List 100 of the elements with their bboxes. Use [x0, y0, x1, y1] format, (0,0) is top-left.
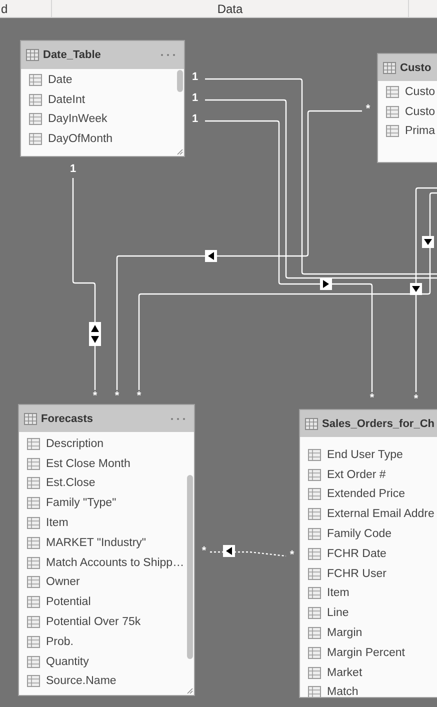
- column-icon: [308, 607, 321, 620]
- column-icon: [27, 477, 40, 490]
- field-row[interactable]: Family Code: [300, 524, 437, 544]
- field-row[interactable]: Family "Type": [19, 493, 194, 514]
- field-name: Item: [327, 587, 350, 600]
- table-card[interactable]: Sales_Orders_for_Ch End User Type Ext Order # Extended Price External Email Addre Family Code FCHR Date FCHR User Item Line Margin Margin Percent Market Match: [299, 409, 437, 698]
- field-row[interactable]: Extended Price: [300, 484, 437, 504]
- column-icon: [308, 468, 321, 481]
- column-icon: [27, 536, 40, 549]
- table-card[interactable]: Date_Table Date DateInt DayInWeek DayOfMonth: [20, 40, 185, 157]
- column-icon: [27, 675, 40, 688]
- field-row[interactable]: End User Type: [300, 445, 437, 465]
- field-row[interactable]: Est.Close: [19, 474, 194, 494]
- table-header[interactable]: Custo: [378, 54, 437, 81]
- field-name: Ext Order #: [327, 468, 386, 481]
- field-name: Market: [327, 666, 362, 679]
- column-icon: [308, 627, 321, 640]
- cardinality-label: *: [136, 389, 142, 403]
- table-icon: [24, 412, 37, 424]
- field-row[interactable]: Custo: [378, 102, 437, 122]
- field-row[interactable]: Match: [300, 682, 437, 697]
- table-icon: [305, 418, 318, 430]
- field-name: End User Type: [327, 448, 403, 461]
- column-icon: [308, 666, 321, 679]
- field-row[interactable]: Description: [19, 434, 194, 454]
- column-icon: [27, 596, 40, 608]
- resize-grip-icon[interactable]: [177, 149, 183, 155]
- field-row[interactable]: Custo: [378, 82, 437, 102]
- field-name: Quantity: [46, 656, 89, 668]
- field-row[interactable]: External Email Addre: [300, 504, 437, 524]
- field-row[interactable]: FCHR Date: [300, 544, 437, 564]
- field-name: Match Accounts to Shipp…: [46, 556, 184, 569]
- field-name: Match: [327, 686, 358, 697]
- field-row[interactable]: Est Close Month: [19, 454, 194, 474]
- field-name: DateInt: [48, 94, 86, 106]
- field-row[interactable]: Source.Name: [19, 672, 194, 692]
- field-row[interactable]: Item: [300, 584, 437, 604]
- field-row[interactable]: Margin Percent: [300, 642, 437, 663]
- field-row[interactable]: DayInWeek: [21, 110, 184, 130]
- tab-label[interactable]: Data: [217, 2, 243, 16]
- column-icon: [386, 106, 399, 118]
- table-icon: [383, 62, 396, 74]
- more-icon[interactable]: [160, 53, 176, 57]
- field-row[interactable]: DayOfMonth: [21, 129, 184, 150]
- table-card[interactable]: Custo Custo Custo Prima: [377, 53, 437, 163]
- cardinality-label: *: [114, 389, 120, 403]
- table-header[interactable]: Forecasts: [19, 405, 194, 432]
- field-row[interactable]: Margin: [300, 623, 437, 643]
- field-name: Prob.: [46, 636, 74, 648]
- field-row[interactable]: Match Accounts to Shipp…: [19, 552, 194, 573]
- field-row[interactable]: FCHR User: [300, 564, 437, 584]
- field-name: FCHR User: [327, 568, 386, 580]
- field-row[interactable]: MARKET "Industry": [19, 532, 194, 553]
- field-name: DayOfMonth: [48, 133, 113, 146]
- column-icon: [27, 497, 40, 510]
- column-icon: [27, 458, 40, 470]
- field-name: Margin: [327, 627, 362, 640]
- field-name: Family "Type": [46, 497, 116, 510]
- field-row[interactable]: Quantity: [19, 652, 194, 672]
- cardinality-label: *: [412, 392, 420, 406]
- relationship-line[interactable]: [210, 551, 286, 557]
- field-row[interactable]: Market: [300, 662, 437, 683]
- cardinality-label: 1: [190, 91, 200, 105]
- field-name: External Email Addre: [327, 508, 434, 520]
- field-row[interactable]: Ext Order #: [300, 464, 437, 485]
- more-icon[interactable]: [170, 416, 186, 420]
- arrow-icon: [422, 236, 434, 248]
- field-row[interactable]: Potential Over 75k: [19, 612, 194, 632]
- cardinality-label: 1: [68, 162, 78, 176]
- cardinality-label: *: [364, 102, 372, 116]
- field-name: Est Close Month: [46, 458, 130, 470]
- field-row[interactable]: Potential: [19, 592, 194, 612]
- column-icon: [27, 616, 40, 628]
- field-row[interactable]: Prima: [378, 122, 437, 142]
- cardinality-label: *: [200, 544, 208, 558]
- field-name: Est.Close: [46, 477, 96, 490]
- table-name: Custo: [400, 62, 432, 74]
- tab-label[interactable]: d: [1, 2, 8, 16]
- arrow-icon: [320, 278, 332, 290]
- field-name: Line: [327, 607, 349, 620]
- cardinality-label: 1: [190, 112, 200, 126]
- table-card[interactable]: Forecasts Description Est Close Month Est.Close Family "Type" Item MARKET "Industry" Match Accounts to Shipp… Owner Potential Potential Over 75k Prob. Quantity Source.Name: [18, 404, 195, 696]
- arrow-icon: [410, 283, 422, 295]
- field-row[interactable]: Item: [19, 513, 194, 533]
- table-header[interactable]: Sales_Orders_for_Ch: [300, 410, 437, 437]
- field-row[interactable]: Owner: [19, 572, 194, 592]
- scrollbar-thumb[interactable]: [187, 475, 193, 659]
- field-row[interactable]: Prob.: [19, 632, 194, 652]
- table-header[interactable]: Date_Table: [21, 41, 184, 69]
- resize-grip-icon[interactable]: [187, 688, 193, 694]
- column-icon: [27, 438, 40, 450]
- column-icon: [29, 94, 42, 106]
- field-row[interactable]: DateInt: [21, 90, 184, 110]
- column-icon: [308, 508, 321, 520]
- field-row[interactable]: Date: [21, 70, 184, 90]
- field-name: Date: [48, 74, 72, 86]
- field-row[interactable]: Line: [300, 603, 437, 624]
- scrollbar-thumb[interactable]: [177, 70, 183, 92]
- column-icon: [27, 556, 40, 569]
- column-icon: [308, 568, 321, 580]
